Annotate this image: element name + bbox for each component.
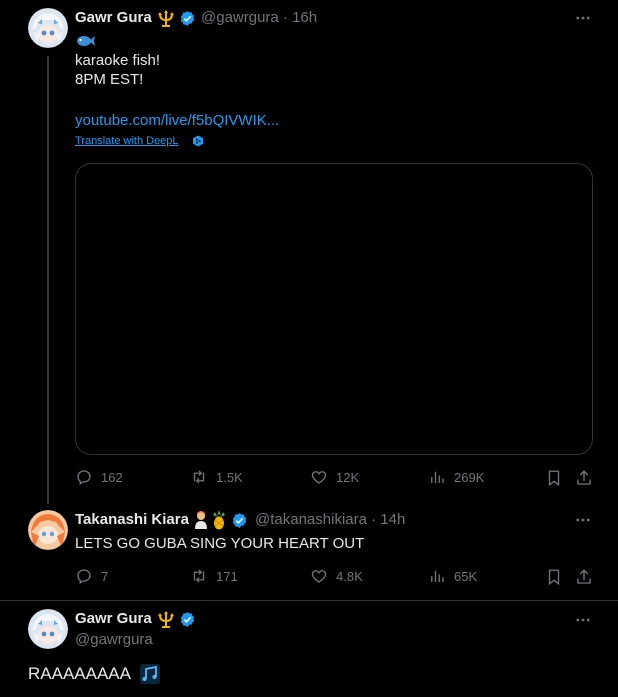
author-name[interactable]: Gawr Gura [75,610,152,627]
author-handle-time: @takanashikiara · 14h [255,511,406,528]
views-chart-icon [431,471,444,483]
views-count: 269K [454,469,485,485]
deepl-icon [193,135,203,147]
more-icon[interactable] [574,9,592,27]
like-button[interactable]: 4.8K [310,567,363,585]
retweet-count: 171 [216,568,238,584]
music-notes-emoji-icon [140,664,160,684]
like-count: 12K [336,469,360,485]
views-chart-icon [431,570,444,582]
avatar[interactable] [28,609,68,649]
avatar[interactable] [28,8,68,48]
share-icon[interactable] [575,469,593,487]
like-count: 4.8K [336,568,363,584]
reply-icon [77,569,91,585]
bookmark-icon[interactable] [545,469,563,487]
heart-icon [311,570,327,583]
views-count: 65K [454,568,478,584]
views-button[interactable]: 65K [428,567,477,585]
tweet-text-line: karaoke fish! [75,52,161,69]
fish-emoji-icon [77,36,95,46]
main-tweet-text: RAAAAAAAA [28,664,131,683]
retweet-button[interactable]: 1.5K [190,468,243,486]
author-handle: @gawrgura [75,631,153,648]
like-button[interactable]: 12K [310,468,359,486]
retweet-count: 1.5K [216,469,243,485]
translate-link[interactable]: Translate with DeepL [75,135,179,147]
avatar[interactable] [28,510,68,550]
verified-badge-icon [180,612,195,627]
reply-button[interactable]: 162 [75,468,123,486]
retweet-icon [193,569,205,583]
author-name[interactable]: Takanashi Kiara [75,511,189,528]
video-media[interactable] [75,163,593,455]
more-icon[interactable] [574,511,592,529]
trident-emoji-icon [158,10,174,27]
share-icon[interactable] [575,568,593,586]
retweet-button[interactable]: 171 [190,567,238,585]
divider [0,600,618,601]
heart-icon [311,471,327,484]
bookmark-icon[interactable] [545,568,563,586]
author-handle-time: @gawrgura · 16h [201,9,318,26]
person-emoji-icon [195,511,207,529]
verified-badge-icon [232,513,247,528]
verified-badge-icon [180,11,195,26]
retweet-icon [193,470,205,484]
reply-icon [77,470,91,486]
youtube-link[interactable]: youtube.com/live/f5bQIVWIK... [75,112,279,129]
author-name[interactable]: Gawr Gura [75,9,152,26]
reply-button[interactable]: 7 [75,567,108,585]
pineapple-emoji-icon [213,510,225,530]
reply-count: 162 [101,469,123,485]
reply-count: 7 [101,568,109,584]
tweet-text-line: 8PM EST! [75,71,144,88]
trident-emoji-icon [158,611,174,628]
thread-line [47,56,49,504]
more-icon[interactable] [574,611,592,629]
tweet-text: LETS GO GUBA SING YOUR HEART OUT [75,535,365,552]
views-button[interactable]: 269K [428,468,484,486]
